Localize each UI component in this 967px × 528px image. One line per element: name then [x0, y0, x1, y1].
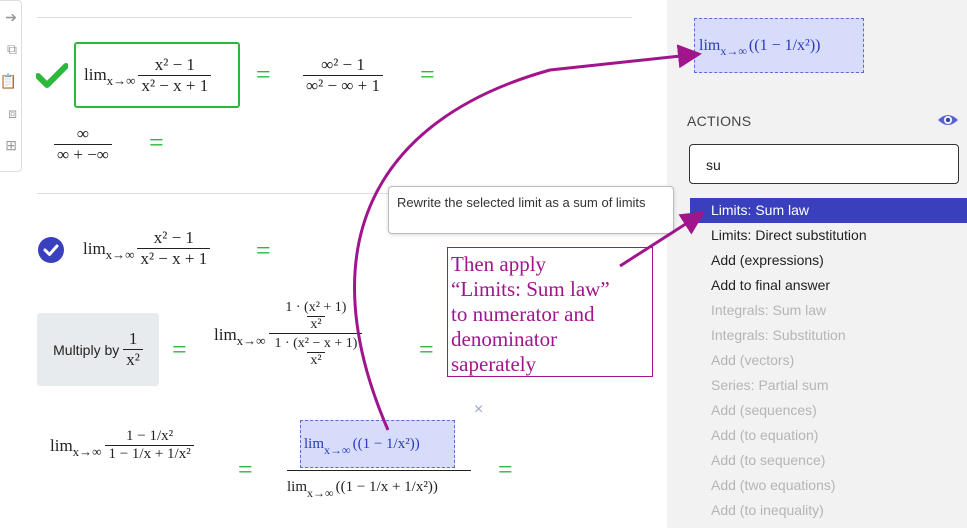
- arrow-to-sum-law: [619, 211, 706, 268]
- annotation-arrows: [353, 44, 706, 431]
- arrow-to-preview: [353, 44, 702, 431]
